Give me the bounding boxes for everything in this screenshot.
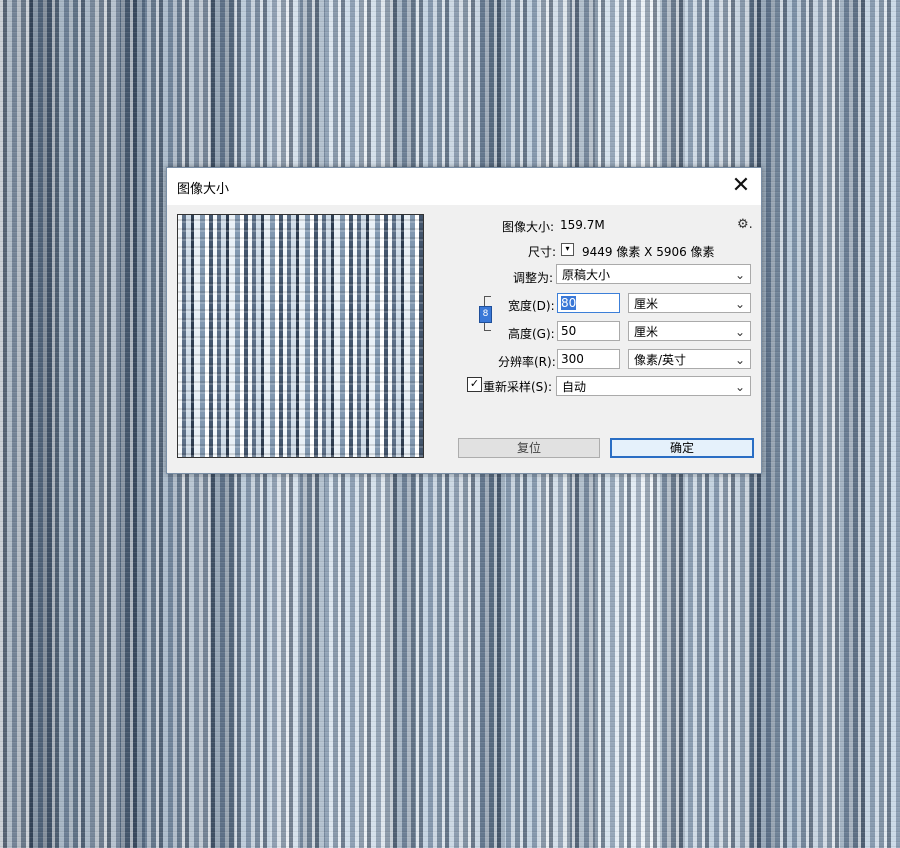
chevron-down-icon: ⌄ [734, 297, 745, 311]
gear-icon[interactable]: ⚙. [737, 217, 753, 232]
resolution-unit-select[interactable]: 像素/英寸 ⌄ [628, 349, 751, 369]
chevron-down-icon: ⌄ [734, 380, 745, 394]
dialog-titlebar: 图像大小 ✕ [167, 168, 761, 205]
resample-checkbox[interactable]: ✓ [467, 377, 482, 392]
height-input[interactable]: 50 [557, 321, 620, 341]
image-size-label: 图像大小: [502, 220, 555, 234]
resolution-input[interactable]: 300 [557, 349, 620, 369]
fit-to-select[interactable]: 原稿大小 ⌄ [556, 264, 751, 284]
reset-button[interactable]: 复位 [458, 438, 600, 458]
resolution-value: 300 [561, 352, 584, 366]
resolution-label: 分辨率(R): [498, 355, 556, 369]
height-unit-select[interactable]: 厘米 ⌄ [628, 321, 751, 341]
width-value: 80 [561, 296, 577, 310]
image-preview[interactable] [177, 214, 424, 458]
chevron-down-icon: ⌄ [734, 325, 745, 339]
close-icon[interactable]: ✕ [721, 168, 761, 205]
width-unit-select[interactable]: 厘米 ⌄ [628, 293, 751, 313]
resample-select[interactable]: 自动 ⌄ [556, 376, 751, 396]
chevron-down-icon: ⌄ [734, 353, 745, 367]
height-unit-value: 厘米 [634, 325, 659, 339]
width-unit-value: 厘米 [634, 297, 659, 311]
height-label: 高度(G): [508, 327, 555, 341]
link-constrain-icon[interactable]: 8 [479, 306, 492, 323]
width-input[interactable]: 80 [557, 293, 620, 313]
resample-label: 重新采样(S): [483, 380, 553, 394]
chevron-down-icon: ⌄ [734, 268, 745, 282]
fit-to-value: 原稿大小 [562, 268, 611, 282]
dimensions-label: 尺寸: [528, 245, 557, 259]
fit-to-label: 调整为: [513, 271, 554, 285]
dialog-title: 图像大小 [177, 182, 230, 197]
dimensions-value: 9449 像素 X 5906 像素 [582, 245, 715, 259]
image-size-dialog: 图像大小 ✕ 图像大小: 159.7M ⚙. 尺寸: ▾ 9449 像素 X 5… [166, 167, 762, 474]
height-value: 50 [561, 324, 577, 338]
dimensions-dropdown-icon[interactable]: ▾ [561, 243, 574, 256]
ok-button[interactable]: 确定 [610, 438, 754, 458]
image-size-value: 159.7M [560, 218, 605, 232]
resample-value: 自动 [562, 380, 587, 394]
width-label: 宽度(D): [508, 299, 555, 313]
resolution-unit-value: 像素/英寸 [634, 353, 687, 367]
